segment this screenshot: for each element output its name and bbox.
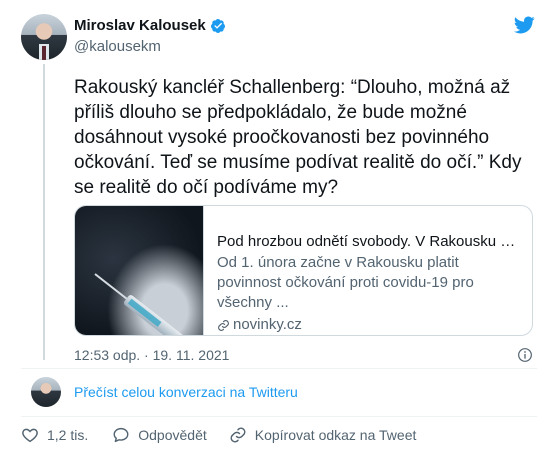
like-count: 1,2 tis. [47, 427, 89, 443]
verified-badge-icon [210, 18, 225, 33]
author-name[interactable]: Miroslav Kalousek [74, 17, 206, 34]
reply-button[interactable]: Odpovědět [112, 426, 207, 444]
reply-label: Odpovědět [138, 427, 207, 443]
info-icon[interactable] [517, 347, 533, 363]
conversation-avatar [31, 377, 61, 407]
author-handle[interactable]: @kalousekm [74, 38, 161, 55]
divider [21, 368, 537, 369]
copy-link-icon [230, 427, 246, 443]
tweet-meta: 12:53 odp. · 19. 11. 2021 [74, 347, 533, 363]
read-conversation-link[interactable]: Přečíst celou konverzaci na Twitteru [74, 384, 298, 400]
action-bar: 1,2 tis. Odpovědět Kopírovat odkaz na Tw… [21, 426, 416, 444]
author-name-row[interactable]: Miroslav Kalousek [74, 17, 226, 34]
tweet-timestamp[interactable]: 12:53 odp. · 19. 11. 2021 [74, 347, 229, 363]
thread-line [43, 64, 45, 360]
copy-link-label: Kopírovat odkaz na Tweet [254, 427, 417, 443]
avatar[interactable] [21, 14, 67, 60]
heart-icon [22, 428, 38, 443]
reply-icon [113, 427, 129, 443]
link-title: Pod hrozbou odnětí svobody. V Rakousku b… [217, 233, 520, 250]
copy-link-button[interactable]: Kopírovat odkaz na Tweet [229, 426, 417, 444]
link-domain: novinky.cz [233, 316, 302, 333]
link-preview-image [75, 206, 204, 335]
link-preview-card[interactable]: Pod hrozbou odnětí svobody. V Rakousku b… [74, 205, 533, 336]
divider [21, 416, 537, 417]
link-domain-row: novinky.cz [217, 315, 520, 335]
link-description: Od 1. února začne v Rakousku platit povi… [217, 254, 474, 311]
like-button[interactable]: 1,2 tis. [21, 426, 88, 444]
twitter-bird-icon[interactable] [511, 14, 537, 36]
link-icon [218, 319, 229, 331]
tweet-embed: Miroslav Kalousek @kalousekm Rakouský ka… [0, 0, 557, 452]
tweet-text: Rakouský kancléř Schallenberg: “Dlouho, … [74, 77, 522, 198]
